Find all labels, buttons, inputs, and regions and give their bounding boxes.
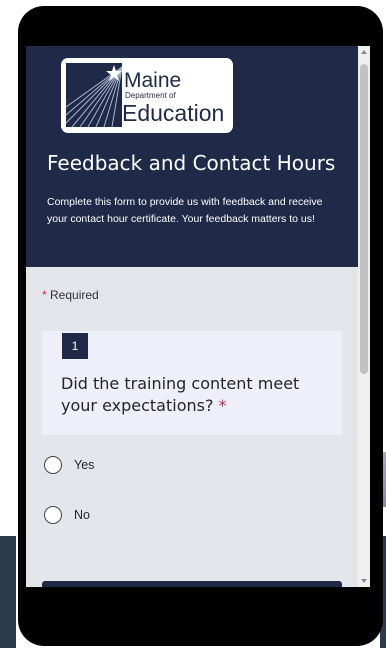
logo-text-maine: Maine xyxy=(124,69,182,92)
scrollbar-thumb[interactable] xyxy=(360,64,368,374)
logo-text-department: Department of xyxy=(125,91,176,100)
radio-no[interactable] xyxy=(44,506,62,524)
maine-doe-logo: Maine Department of Education xyxy=(61,58,233,133)
option-yes-label[interactable]: Yes xyxy=(74,458,94,472)
form-header: Maine Department of Education Feedback a… xyxy=(26,46,358,267)
required-label: Required xyxy=(46,288,99,302)
question-label: Did the training content meet your expec… xyxy=(61,374,300,415)
scroll-down-arrow-icon[interactable] xyxy=(361,579,367,583)
vertical-scrollbar[interactable] xyxy=(358,46,370,587)
form-description: Complete this form to provide us with fe… xyxy=(47,196,323,225)
radio-yes[interactable] xyxy=(44,456,62,474)
logo-text-education: Education xyxy=(122,100,225,126)
option-no[interactable]: No xyxy=(44,504,90,526)
question-card: 1 Did the training content meet your exp… xyxy=(42,331,342,435)
scroll-up-arrow-icon[interactable] xyxy=(361,50,367,54)
option-no-label[interactable]: No xyxy=(74,508,90,522)
question-text: Did the training content meet your expec… xyxy=(61,373,321,417)
form-viewport: Maine Department of Education Feedback a… xyxy=(26,46,358,587)
required-note: * Required xyxy=(42,288,99,302)
background-page-left xyxy=(0,536,16,648)
form-title: Feedback and Contact Hours xyxy=(47,151,336,175)
option-yes[interactable]: Yes xyxy=(44,454,94,476)
question-required-star: * xyxy=(218,396,227,415)
star-rays-logo-icon xyxy=(66,63,122,127)
question-number-badge: 1 xyxy=(62,333,88,359)
next-button-partial[interactable] xyxy=(42,581,342,587)
